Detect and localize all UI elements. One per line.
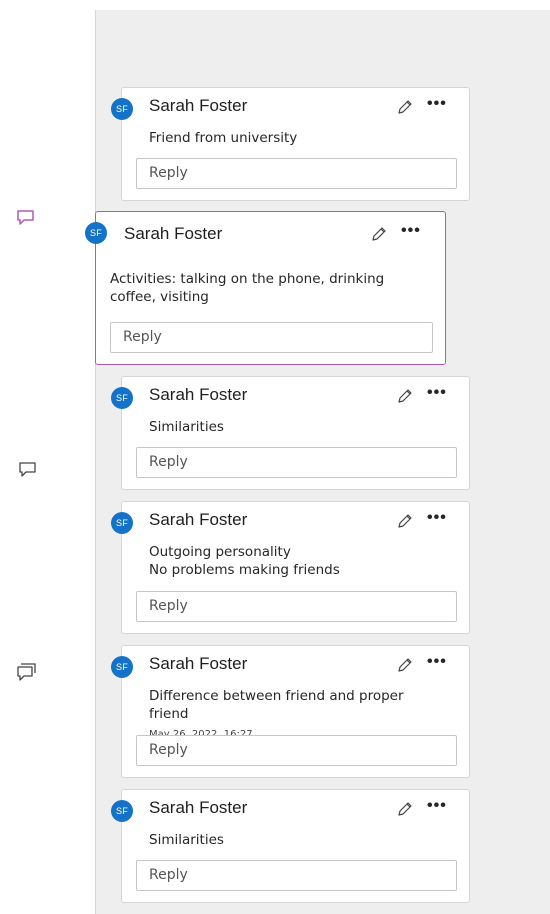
more-options-icon[interactable]: ••• bbox=[427, 653, 449, 673]
comment-text: Difference between friend and proper fri… bbox=[149, 688, 404, 722]
reply-input[interactable]: Reply bbox=[110, 322, 433, 353]
avatar: SF bbox=[111, 512, 133, 534]
avatar: SF bbox=[85, 222, 107, 244]
avatar: SF bbox=[111, 98, 133, 120]
comment-text: Similarities bbox=[149, 419, 224, 435]
more-options-icon[interactable]: ••• bbox=[427, 95, 449, 115]
avatar: SF bbox=[111, 387, 133, 409]
reply-input[interactable]: Reply bbox=[136, 591, 457, 622]
comment-marker-icon[interactable] bbox=[15, 208, 37, 228]
comment-author: Sarah Foster bbox=[124, 224, 223, 243]
reply-input[interactable]: Reply bbox=[136, 158, 457, 189]
comment-text-line: Outgoing personality bbox=[149, 544, 291, 560]
comment-text: Outgoing personality No problems making … bbox=[149, 543, 447, 579]
comment-author: Sarah Foster bbox=[149, 510, 248, 529]
comment-stack-marker-icon[interactable] bbox=[15, 663, 37, 683]
edit-icon[interactable] bbox=[396, 512, 414, 530]
comment-card[interactable]: SF Sarah Foster ••• Similarities Reply bbox=[111, 789, 470, 903]
comment-author: Sarah Foster bbox=[149, 385, 248, 404]
edit-icon[interactable] bbox=[396, 98, 414, 116]
edit-icon[interactable] bbox=[370, 225, 388, 243]
more-options-icon[interactable]: ••• bbox=[401, 222, 423, 242]
document-margin bbox=[0, 0, 95, 914]
comment-card[interactable]: SF Sarah Foster ••• Friend from universi… bbox=[111, 87, 470, 201]
reply-input[interactable]: Reply bbox=[136, 860, 457, 891]
more-options-icon[interactable]: ••• bbox=[427, 384, 449, 404]
comment-card[interactable]: SF Sarah Foster ••• Similarities Reply bbox=[111, 376, 470, 490]
edit-icon[interactable] bbox=[396, 656, 414, 674]
avatar: SF bbox=[111, 800, 133, 822]
edit-icon[interactable] bbox=[396, 800, 414, 818]
comment-card[interactable]: SF Sarah Foster ••• Outgoing personality… bbox=[111, 501, 470, 634]
comment-author: Sarah Foster bbox=[149, 798, 248, 817]
edit-icon[interactable] bbox=[396, 387, 414, 405]
reply-input[interactable]: Reply bbox=[136, 447, 457, 478]
comment-marker-icon[interactable] bbox=[17, 460, 39, 480]
avatar: SF bbox=[111, 656, 133, 678]
comment-text: Friend from university bbox=[149, 130, 298, 146]
more-options-icon[interactable]: ••• bbox=[427, 509, 449, 529]
comment-card[interactable]: SF Sarah Foster ••• Difference between f… bbox=[111, 645, 470, 778]
comment-card-active[interactable]: SF Sarah Foster ••• Activities: talking … bbox=[85, 211, 446, 365]
comment-text-line: No problems making friends bbox=[149, 562, 340, 578]
comment-author: Sarah Foster bbox=[149, 654, 248, 673]
more-options-icon[interactable]: ••• bbox=[427, 797, 449, 817]
comment-author: Sarah Foster bbox=[149, 96, 248, 115]
reply-input[interactable]: Reply bbox=[136, 735, 457, 766]
comment-text: Activities: talking on the phone, drinki… bbox=[110, 271, 385, 305]
comment-text: Similarities bbox=[149, 832, 224, 848]
